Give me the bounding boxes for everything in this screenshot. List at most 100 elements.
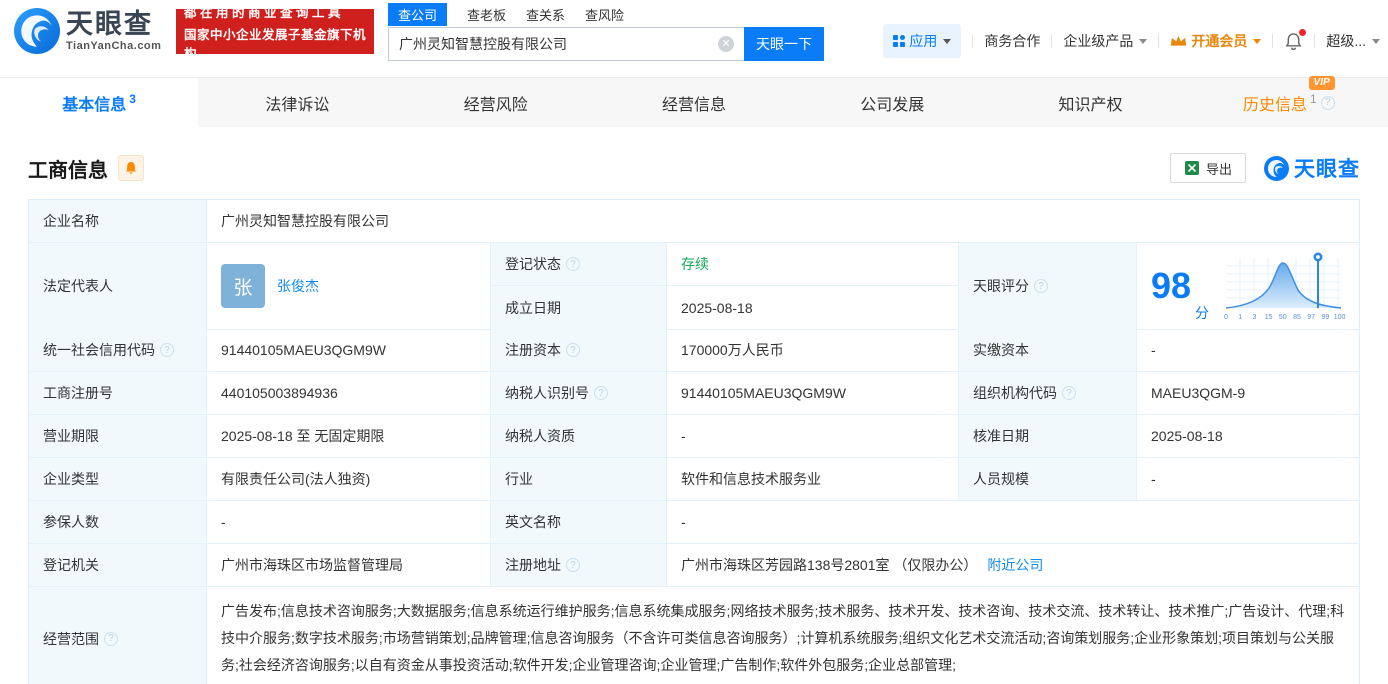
reg-status-value: 存续 [667,243,958,286]
help-icon[interactable]: ? [566,257,580,271]
clear-search-icon[interactable]: ✕ [718,36,734,52]
export-button[interactable]: 导出 [1169,153,1246,183]
excel-icon [1184,161,1199,175]
tab-basic-info-count: 3 [129,92,136,107]
company-type-label: 企业类型 [29,458,207,501]
help-icon[interactable]: ? [566,343,580,357]
staff-size-label: 人员规模 [959,458,1137,501]
nav-member-label: 开通会员 [1191,33,1248,49]
industry-label: 行业 [491,458,667,501]
company-type-value: 有限责任公司(法人独资) [207,458,491,501]
business-scope-label: 经营范围 ? [29,587,207,684]
notification-bell[interactable] [1284,28,1307,51]
approval-date-value: 2025-08-18 [1137,415,1359,458]
slogan-line2: 国家中小企业发展子基金旗下机构 [184,27,367,61]
search-tab-relation[interactable]: 查关系 [526,3,565,26]
establish-date-value: 2025-08-18 [681,299,753,316]
taxpayer-quality-label: 纳税人资质 [491,415,667,458]
chevron-down-icon [1253,38,1262,44]
chevron-down-icon [1372,38,1380,44]
subscribe-bell-button[interactable] [118,155,144,181]
table-row: 经营范围 ? 广告发布;信息技术咨询服务;大数据服务;信息系统运行维护服务;信息… [29,587,1359,684]
staff-size-value: - [1137,458,1359,501]
help-icon[interactable]: ? [566,558,580,572]
tab-company-development[interactable]: 公司发展 [793,78,991,127]
table-row: 企业名称 广州灵知智慧控股有限公司 [29,200,1359,243]
business-info-table: 企业名称 广州灵知智慧控股有限公司 法定代表人 张 张俊杰 登记状态 ? 存续 … [28,199,1360,684]
nav-apps[interactable]: 应用 [883,24,962,58]
nav-open-member[interactable]: 开通会员 [1170,31,1262,51]
tab-operation-info[interactable]: 经营信息 [595,78,793,127]
industry-value: 软件和信息技术服务业 [667,458,959,501]
reg-authority-value: 广州市海珠区市场监督管理局 [207,544,491,587]
status-date-subtable: 登记状态 ? 存续 成立日期 2025-08-18 [491,243,959,330]
section-title: 工商信息 [28,159,108,182]
help-icon[interactable]: ? [594,386,608,400]
business-term-label: 营业期限 [29,415,207,458]
search-button[interactable]: 天眼一下 [744,27,824,61]
search-tab-company[interactable]: 查公司 [388,3,448,26]
reg-status-label: 登记状态 ? [491,243,667,286]
english-name-label: 英文名称 [491,501,667,544]
search-tab-risk[interactable]: 查风险 [585,3,624,26]
search-tabs: 查公司 查老板 查关系 查风险 [388,3,824,26]
chevron-down-icon [1139,38,1148,44]
tab-basic-info[interactable]: 基本信息 3 [0,78,199,127]
credit-code-value: 91440105MAEU3QGM9W [207,329,491,372]
score-unit: 分 [1195,305,1210,321]
paid-capital-label: 实缴资本 [959,329,1137,372]
establish-date-label: 成立日期 [491,286,667,329]
paid-capital-value: - [1137,329,1359,372]
nav-enterprise-label: 企业级产品 [1063,33,1134,49]
org-code-label: 组织机构代码 ? [959,372,1137,415]
nav-enterprise-products[interactable]: 企业级产品 [1063,31,1148,51]
taxpayer-id-value: 91440105MAEU3QGM9W [667,372,959,415]
table-row: 法定代表人 张 张俊杰 登记状态 ? 存续 成立日期 2025-08-18 天眼… [29,243,1359,330]
divider [1158,34,1160,48]
apps-grid-icon [893,35,906,47]
tab-history-info[interactable]: 历史信息 1 VIP ? [1190,75,1388,127]
score-distribution-chart: 0 1 3 15 50 85 97 99 100 [1224,252,1346,321]
watermark-logo: 天眼查 [1264,153,1360,183]
insured-count-label: 参保人数 [29,501,207,544]
nav-apps-label: 应用 [909,33,938,49]
tianyancha-logo-icon [1264,155,1289,181]
svg-text:15: 15 [1265,314,1273,321]
export-label: 导出 [1205,161,1232,177]
score-axis: 0 1 3 15 50 85 97 99 100 [1224,314,1345,321]
taxpayer-quality-value: - [667,415,959,458]
help-icon[interactable]: ? [1320,95,1335,110]
watermark-logo-text: 天眼查 [1294,158,1360,181]
legal-rep-label: 法定代表人 [29,243,207,330]
reg-capital-label: 注册资本 ? [491,329,667,372]
svg-text:1: 1 [1238,314,1242,321]
help-icon[interactable]: ? [1034,279,1048,293]
company-name-label: 企业名称 [29,200,207,243]
slogan-line1: 都在用的商业查询工具 [184,5,345,20]
legal-rep-link[interactable]: 张俊杰 [277,276,319,296]
nav-user-account[interactable]: 超级... [1326,31,1380,51]
search-input[interactable] [388,27,744,61]
divider [972,34,974,48]
insured-count-value: - [207,501,491,544]
credit-code-label: 统一社会信用代码 ? [29,329,207,372]
help-icon[interactable]: ? [1062,386,1076,400]
nearby-companies-link[interactable]: 附近公司 [987,555,1043,575]
nav-cooperation[interactable]: 商务合作 [984,31,1040,51]
reg-number-value: 440105003894936 [207,372,491,415]
site-logo[interactable]: 天眼查 TianYanCha.com [14,8,161,54]
score-label: 天眼评分 ? [959,243,1137,330]
divider [1272,34,1274,48]
business-scope-value: 广告发布;信息技术咨询服务;大数据服务;信息系统运行维护服务;信息系统集成服务;… [207,587,1359,684]
avatar[interactable]: 张 [221,264,265,308]
top-header: 天眼查 TianYanCha.com 都在用的商业查询工具 国家中小企业发展子基… [0,0,1388,64]
tab-operation-risk[interactable]: 经营风险 [397,78,595,127]
search-tab-boss[interactable]: 查老板 [467,3,506,26]
tab-intellectual-property[interactable]: 知识产权 [991,78,1189,127]
help-icon[interactable]: ? [160,343,174,357]
reg-capital-value: 170000万人民币 [667,329,959,372]
approval-date-label: 核准日期 [959,415,1137,458]
table-row: 企业类型 有限责任公司(法人独资) 行业 软件和信息技术服务业 人员规模 - [29,458,1359,501]
tab-legal-litigation[interactable]: 法律诉讼 [198,78,396,127]
help-icon[interactable]: ? [104,631,118,646]
